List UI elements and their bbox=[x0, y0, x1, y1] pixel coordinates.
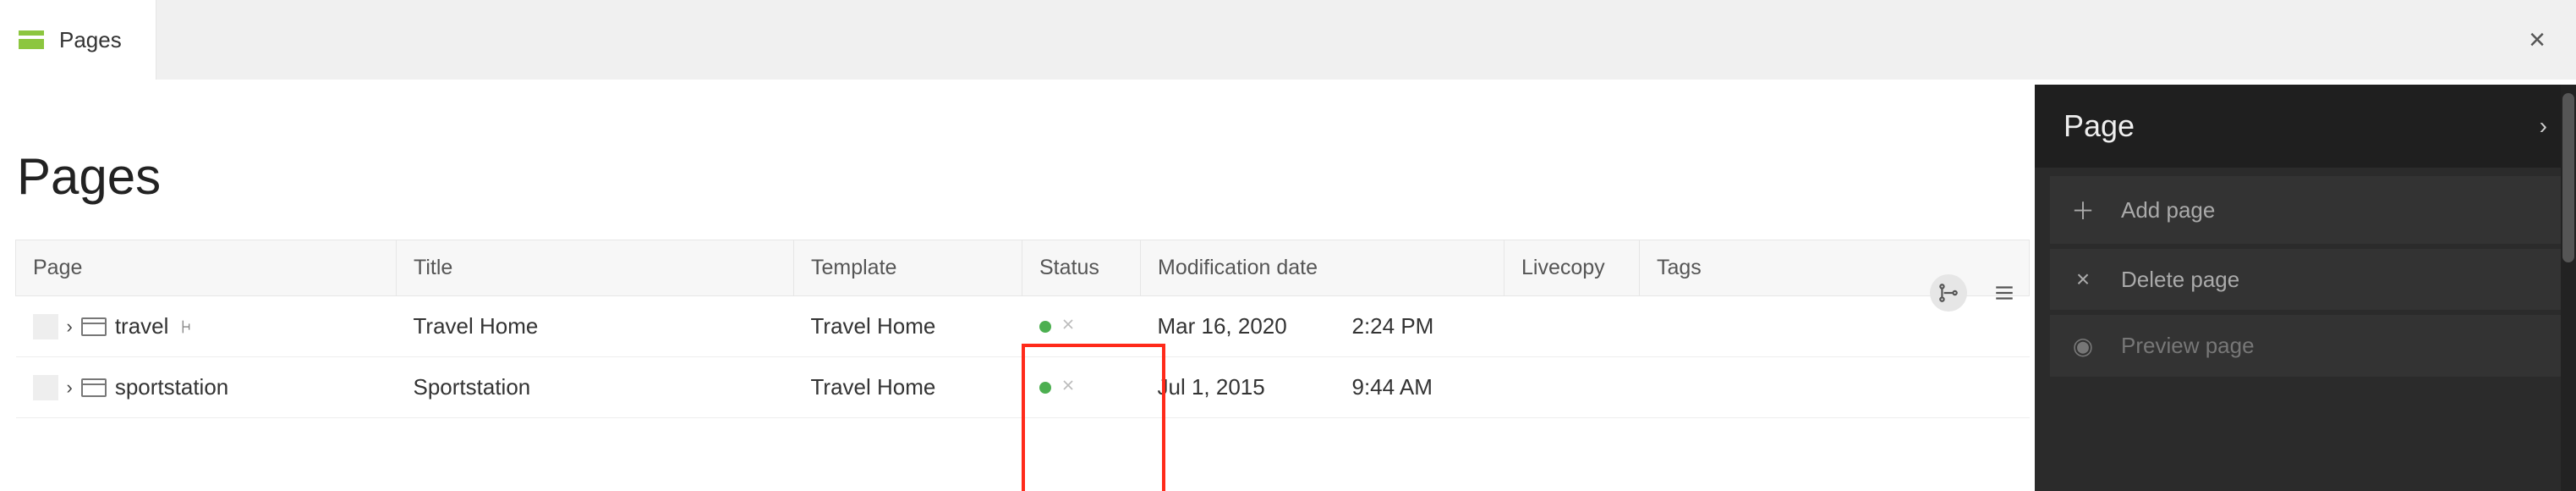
col-header-page[interactable]: Page bbox=[16, 240, 397, 296]
side-panel-actions: ＋ Add page × Delete page ◉ Preview page bbox=[2035, 168, 2576, 385]
side-panel-title: Page bbox=[2064, 108, 2135, 144]
mod-date: Mar 16, 2020 bbox=[1158, 313, 1352, 339]
view-controls bbox=[1930, 274, 2023, 312]
mod-time: 9:44 AM bbox=[1352, 374, 1433, 400]
page-name: sportstation bbox=[115, 374, 228, 400]
row-modification-date: Mar 16, 2020 2:24 PM bbox=[1158, 313, 1488, 339]
side-panel-scrollbar[interactable] bbox=[2561, 85, 2576, 491]
side-panel-header[interactable]: Page › bbox=[2035, 85, 2576, 168]
top-bar: Pages × bbox=[0, 0, 2576, 80]
row-status bbox=[1039, 316, 1124, 338]
page-icon bbox=[81, 378, 107, 397]
chevron-right-icon[interactable]: › bbox=[2540, 113, 2547, 140]
preview-page-label: Preview page bbox=[2121, 333, 2255, 359]
table-row[interactable]: › travel Travel Home Travel Home bbox=[16, 296, 2030, 357]
pages-table: Page Title Template Status Modification … bbox=[15, 240, 2030, 418]
status-dot-icon bbox=[1039, 321, 1051, 333]
tools-icon bbox=[1060, 316, 1077, 338]
row-template: Travel Home bbox=[794, 357, 1022, 418]
plus-icon: ＋ bbox=[2070, 193, 2096, 227]
table-row[interactable]: › sportstation Sportstation Travel Home bbox=[16, 357, 2030, 418]
tab-pages[interactable]: Pages bbox=[0, 0, 156, 80]
top-bar-search-area[interactable]: × bbox=[156, 0, 2576, 80]
delete-page-button[interactable]: × Delete page bbox=[2050, 249, 2561, 310]
row-checkbox[interactable] bbox=[33, 375, 58, 400]
content-area: Pages Page Title Template Status Modif bbox=[0, 80, 2030, 418]
expand-chevron-icon[interactable]: › bbox=[67, 316, 73, 338]
row-livecopy bbox=[1504, 357, 1640, 418]
row-livecopy bbox=[1504, 296, 1640, 357]
close-icon[interactable]: × bbox=[2529, 24, 2546, 57]
row-title: Travel Home bbox=[397, 296, 794, 357]
page-name: travel bbox=[115, 313, 169, 339]
add-page-button[interactable]: ＋ Add page bbox=[2050, 176, 2561, 244]
pages-tab-icon bbox=[19, 30, 44, 49]
page-icon bbox=[81, 317, 107, 336]
expand-chevron-icon[interactable]: › bbox=[67, 377, 73, 399]
delete-page-label: Delete page bbox=[2121, 267, 2239, 293]
close-icon: × bbox=[2070, 266, 2096, 293]
add-page-label: Add page bbox=[2121, 197, 2215, 223]
row-checkbox[interactable] bbox=[33, 314, 58, 339]
row-modification-date: Jul 1, 2015 9:44 AM bbox=[1158, 374, 1488, 400]
tools-icon bbox=[1060, 377, 1077, 399]
preview-page-button[interactable]: ◉ Preview page bbox=[2050, 315, 2561, 377]
col-header-template[interactable]: Template bbox=[794, 240, 1022, 296]
col-header-status[interactable]: Status bbox=[1022, 240, 1141, 296]
col-header-modification-date[interactable]: Modification date bbox=[1141, 240, 1504, 296]
row-tags bbox=[1640, 357, 2030, 418]
row-title: Sportstation bbox=[397, 357, 794, 418]
scrollbar-thumb[interactable] bbox=[2562, 93, 2574, 262]
row-status bbox=[1039, 377, 1124, 399]
mod-date: Jul 1, 2015 bbox=[1158, 374, 1352, 400]
status-dot-icon bbox=[1039, 382, 1051, 394]
structure-icon bbox=[177, 317, 195, 336]
col-header-livecopy[interactable]: Livecopy bbox=[1504, 240, 1640, 296]
mod-time: 2:24 PM bbox=[1352, 313, 1434, 339]
tab-pages-label: Pages bbox=[59, 27, 122, 53]
eye-icon: ◉ bbox=[2070, 332, 2096, 360]
tree-view-button[interactable] bbox=[1930, 274, 1967, 312]
page-title: Pages bbox=[17, 147, 2030, 206]
list-view-button[interactable] bbox=[1986, 274, 2023, 312]
col-header-title[interactable]: Title bbox=[397, 240, 794, 296]
side-panel: Page › ＋ Add page × Delete page ◉ Previe… bbox=[2035, 85, 2576, 491]
row-template: Travel Home bbox=[794, 296, 1022, 357]
table-header-row: Page Title Template Status Modification … bbox=[16, 240, 2030, 296]
